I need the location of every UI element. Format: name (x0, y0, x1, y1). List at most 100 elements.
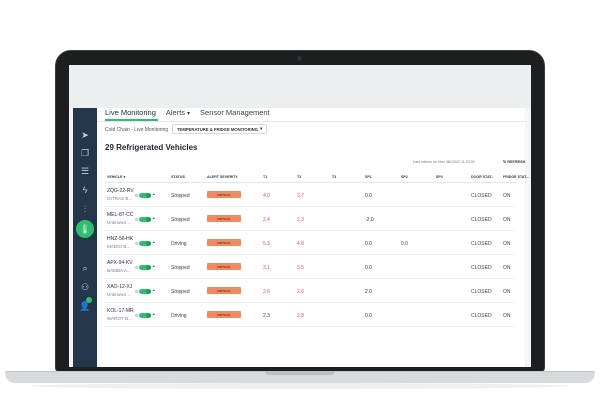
table-row[interactable]: XAO-12-XJ Unknown ... ▪ Stopped CRITICAL … (105, 279, 517, 303)
door-status-cell: CLOSED (471, 289, 492, 295)
sp1-cell: -2.0 (365, 217, 374, 223)
severity-badge: CRITICAL (207, 239, 241, 246)
column-t2[interactable]: T2 (297, 175, 301, 179)
column-vehicle[interactable]: VEHICLE ▾ (107, 175, 125, 179)
refresh-button[interactable]: ↻ REFRESH (503, 159, 525, 164)
severity-badge: CRITICAL (207, 287, 241, 294)
vehicle-owner: Unknown ... (107, 220, 132, 225)
tracking-toggle[interactable] (139, 241, 151, 246)
severity-badge: CRITICAL (207, 191, 241, 198)
bolt-icon[interactable]: ϟ (77, 183, 93, 197)
tab-alerts[interactable]: Alerts ▾ (166, 108, 190, 120)
page-title: 29 Refrigerated Vehicles (105, 143, 198, 152)
column-alert-severity[interactable]: ALERT SEVERITY (207, 175, 238, 179)
chevron-down-icon: ▾ (260, 126, 263, 131)
tab-divider (97, 121, 525, 122)
status-dot (135, 266, 138, 269)
fridge-status-cell: ON (503, 217, 511, 223)
vehicle-cell: APX-94-KV BAMBA A... (107, 260, 133, 273)
vehicle-owner: GITRAS B... (107, 196, 133, 201)
search-icon[interactable]: ⌕ (77, 261, 93, 275)
door-status-cell: CLOSED (471, 241, 492, 247)
status-dot (135, 194, 138, 197)
t1-cell: 2.4 (263, 217, 270, 223)
table-header: VEHICLE ▾ STATUS ALERT SEVERITY T1 T2 T3… (105, 170, 529, 183)
vehicle-owner: MADIO B... (107, 244, 131, 249)
last-refresh-text: Last refresh on Mon 06/13/22 11:23:39 (413, 160, 475, 164)
laptop-screen: ➤ ❐ ☰ ϟ ⫶ 🌡 ⌕ ⚇ 👤 Live Monitoring Alerts… (69, 65, 531, 367)
vehicle-plate: KOL-17-MR (107, 308, 134, 314)
column-sp1[interactable]: SP1 (365, 175, 372, 179)
t1-cell: 2.6 (263, 289, 270, 295)
vehicle-plate: ZQG-22-RV (107, 188, 134, 194)
status-cell: Stopped (171, 289, 190, 295)
breadcrumb: Cold Chain - Live Monitoring (105, 127, 169, 133)
table-row[interactable]: HNZ-56-HK MADIO B... ▪ Driving CRITICAL 5… (105, 231, 517, 255)
vehicle-cell: XAO-12-XJ Unknown ... (107, 284, 132, 297)
app-window: ➤ ❐ ☰ ϟ ⫶ 🌡 ⌕ ⚇ 👤 Live Monitoring Alerts… (73, 108, 529, 367)
truck-icon: ▪ (153, 312, 155, 318)
network-icon[interactable]: ⚇ (77, 280, 93, 294)
sliders-icon[interactable]: ⫶ (77, 202, 93, 216)
sp1-cell: 0.0 (365, 193, 372, 199)
door-status-cell: CLOSED (471, 217, 492, 223)
t2-cell: 3.5 (297, 265, 304, 271)
column-t3[interactable]: T3 (332, 175, 336, 179)
status-cell: Stopped (171, 265, 190, 271)
main-content: Live Monitoring Alerts ▾ Sensor Managemen… (97, 108, 529, 367)
vehicle-plate: APX-94-KV (107, 260, 133, 266)
vehicles-table: VEHICLE ▾ STATUS ALERT SEVERITY T1 T2 T3… (105, 170, 529, 327)
column-sp2[interactable]: SP2 (401, 175, 408, 179)
truck-icon: ▪ (153, 240, 155, 246)
fridge-status-cell: ON (503, 241, 511, 247)
column-vehicle-label: VEHICLE (107, 175, 123, 179)
tab-bar: Live Monitoring Alerts ▾ Sensor Managemen… (105, 108, 270, 121)
vehicle-cell: HNZ-56-HK MADIO B... (107, 236, 133, 249)
door-status-cell: CLOSED (471, 193, 492, 199)
chevron-down-icon: ▾ (187, 111, 191, 117)
truck-icon: ▪ (153, 192, 155, 198)
sp1-cell: 0.0 (365, 241, 372, 247)
status-dot (135, 290, 138, 293)
table-row[interactable]: MEL-87-CC Unknown ... ▪ Stopped CRITICAL … (105, 207, 517, 231)
vehicle-plate: XAO-12-XJ (107, 284, 133, 290)
severity-badge: CRITICAL (207, 263, 241, 270)
column-t1[interactable]: T1 (263, 175, 267, 179)
tracking-toggle[interactable] (139, 193, 151, 198)
tracking-toggle[interactable] (139, 289, 151, 294)
fridge-status-cell: ON (503, 313, 511, 319)
tracking-toggle[interactable] (139, 265, 151, 270)
thermometer-icon[interactable]: 🌡 (76, 220, 94, 238)
t1-cell: 4.0 (263, 193, 270, 199)
t2-cell: 4.8 (297, 241, 304, 247)
truck-icon: ▪ (153, 216, 155, 222)
table-row[interactable]: KOL-17-MR WAROT B... ▪ Driving CRITICAL 2… (105, 303, 517, 327)
vehicle-cell: KOL-17-MR WAROT B... (107, 308, 134, 321)
status-dot (135, 314, 138, 317)
user-icon[interactable]: 👤 (77, 297, 93, 313)
refresh-icon: ↻ (503, 160, 507, 164)
table-row[interactable]: ZQG-22-RV GITRAS B... ▪ Stopped CRITICAL … (105, 183, 517, 207)
tab-sensor-management[interactable]: Sensor Management (200, 108, 270, 120)
column-fridge-status[interactable]: FRIDGE STAT... (503, 175, 529, 179)
status-dot (135, 218, 138, 221)
column-sp3[interactable]: SP3 (436, 175, 443, 179)
tracking-toggle[interactable] (139, 313, 151, 318)
list-icon[interactable]: ☰ (77, 164, 93, 178)
column-status[interactable]: STATUS (171, 175, 185, 179)
status-cell: Stopped (171, 217, 190, 223)
vehicles-icon[interactable]: ❐ (77, 146, 93, 160)
vehicle-cell: MEL-87-CC Unknown ... (107, 212, 133, 225)
column-door-status[interactable]: DOOR STAT... (471, 175, 494, 179)
navigation-icon[interactable]: ➤ (77, 128, 93, 142)
fridge-status-cell: ON (503, 265, 511, 271)
severity-badge: CRITICAL (207, 311, 241, 318)
sp1-cell: 2.0 (365, 289, 372, 295)
browser-top-strip (69, 65, 531, 108)
tracking-toggle[interactable] (139, 217, 151, 222)
t2-cell: 3.7 (297, 193, 304, 199)
truck-icon: ▪ (153, 264, 155, 270)
tab-live-monitoring[interactable]: Live Monitoring (105, 108, 158, 121)
table-row[interactable]: APX-94-KV BAMBA A... ▪ Stopped CRITICAL 3… (105, 255, 517, 279)
monitoring-filter-dropdown[interactable]: TEMPERATURE & FRIDGE MONITORING ▾ (172, 124, 268, 134)
